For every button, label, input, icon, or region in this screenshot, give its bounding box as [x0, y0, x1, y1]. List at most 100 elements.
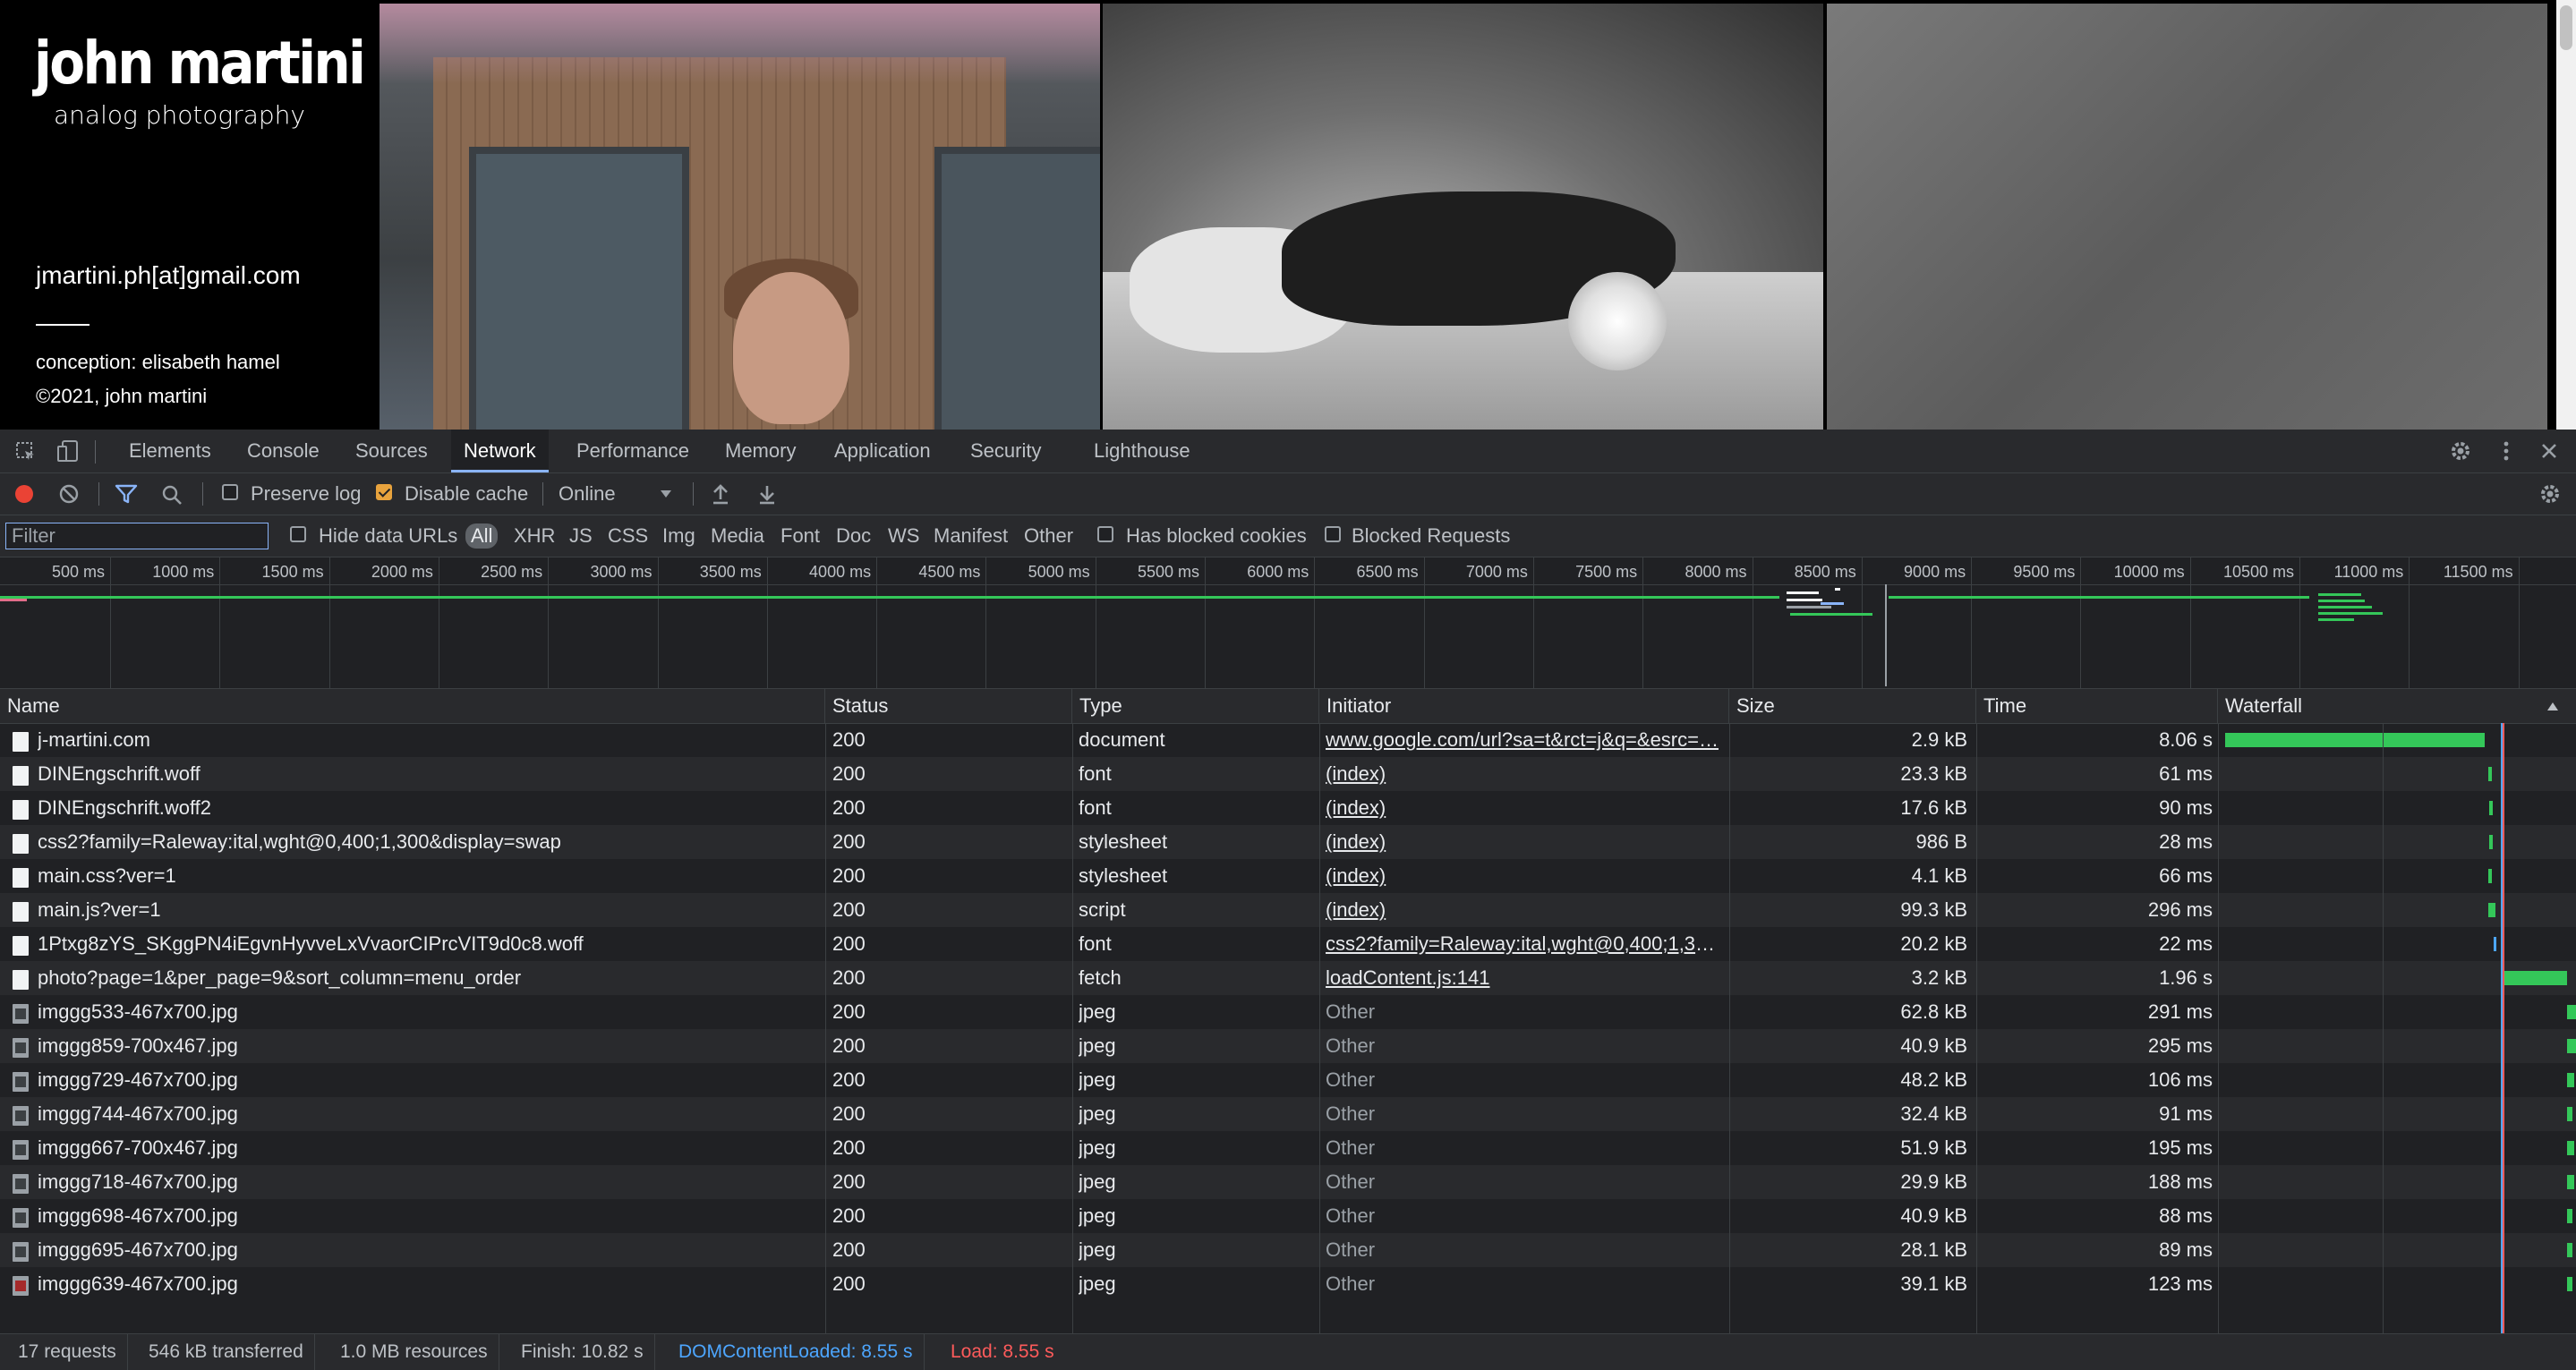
request-initiator[interactable]: (index) [1326, 791, 1719, 825]
gallery-photo-1[interactable] [380, 4, 1100, 430]
more-options-icon[interactable] [2497, 439, 2515, 463]
record-icon[interactable] [14, 484, 34, 504]
tab-lighthouse[interactable]: Lighthouse [1081, 430, 1203, 472]
chevron-down-icon[interactable] [659, 489, 673, 499]
column-header-initiator[interactable]: Initiator [1319, 689, 1729, 723]
table-row[interactable]: main.css?ver=1 200 stylesheet (index) 4.1 kB… [0, 859, 2576, 893]
table-row[interactable]: imggg533-467x700.jpg 200 jpeg Other 62.8 kB 2… [0, 995, 2576, 1029]
page-scrollbar-thumb[interactable] [2560, 5, 2572, 50]
table-row[interactable]: css2?family=Raleway:ital,wght@0,400;1,30… [0, 825, 2576, 859]
filter-type-js[interactable]: JS [569, 515, 593, 557]
table-row[interactable]: 1Ptxg8zYS_SKggPN4iEgvnHyvveLxVvaorCIPrcV… [0, 927, 2576, 961]
table-row[interactable]: j-martini.com 200 document www.google.com/u… [0, 723, 2576, 757]
table-row[interactable]: imggg859-700x467.jpg 200 jpeg Other 40.9 kB 2… [0, 1029, 2576, 1063]
table-row[interactable]: imggg695-467x700.jpg 200 jpeg Other 28.1 kB 8… [0, 1233, 2576, 1267]
tab-security[interactable]: Security [958, 430, 1053, 472]
page-scrollbar[interactable] [2556, 0, 2576, 430]
network-overview-timeline[interactable]: 500 ms 1000 ms 1500 ms 2000 ms 2500 ms 3000 m… [0, 557, 2576, 689]
request-name[interactable]: imggg533-467x700.jpg [38, 995, 816, 1029]
inspect-element-icon[interactable] [14, 440, 38, 464]
network-settings-icon[interactable] [2538, 482, 2562, 506]
column-header-name[interactable]: Name [0, 689, 825, 723]
hide-data-urls-label[interactable]: Hide data URLs [319, 515, 457, 557]
request-name[interactable]: css2?family=Raleway:ital,wght@0,400;1,30… [38, 825, 816, 859]
table-row[interactable]: imggg667-700x467.jpg 200 jpeg Other 51.9 kB 1… [0, 1131, 2576, 1165]
request-name[interactable]: imggg667-700x467.jpg [38, 1131, 816, 1165]
request-initiator[interactable]: loadContent.js:141 [1326, 961, 1719, 995]
tab-memory[interactable]: Memory [712, 430, 808, 472]
column-header-size[interactable]: Size [1729, 689, 1976, 723]
table-row[interactable]: imggg698-467x700.jpg 200 jpeg Other 40.9 kB 8… [0, 1199, 2576, 1233]
has-blocked-cookies-checkbox[interactable] [1097, 526, 1113, 542]
request-name[interactable]: DINEngschrift.woff2 [38, 791, 816, 825]
table-row[interactable]: imggg729-467x700.jpg 200 jpeg Other 48.2 kB 1… [0, 1063, 2576, 1097]
request-name[interactable]: 1Ptxg8zYS_SKggPN4iEgvnHyvveLxVvaorCIPrcV… [38, 927, 816, 961]
request-name[interactable]: imggg729-467x700.jpg [38, 1063, 816, 1097]
tab-console[interactable]: Console [235, 430, 332, 472]
filter-type-css[interactable]: CSS [608, 515, 648, 557]
search-icon[interactable] [161, 484, 183, 506]
table-row[interactable]: DINEngschrift.woff 200 font (index) 23.3 kB 6… [0, 757, 2576, 791]
tab-elements[interactable]: Elements [116, 430, 224, 472]
site-brand-name[interactable]: john martini [34, 34, 366, 93]
devtools-settings-icon[interactable] [2449, 439, 2472, 463]
request-name[interactable]: main.css?ver=1 [38, 859, 816, 893]
tab-network[interactable]: Network [451, 430, 549, 472]
tab-sources[interactable]: Sources [343, 430, 440, 472]
request-name[interactable]: DINEngschrift.woff [38, 757, 816, 791]
column-header-type[interactable]: Type [1072, 689, 1319, 723]
disable-cache-label[interactable]: Disable cache [405, 473, 528, 515]
request-name[interactable]: imggg744-467x700.jpg [38, 1097, 816, 1131]
filter-type-font[interactable]: Font [780, 515, 820, 557]
column-header-waterfall[interactable]: Waterfall [2218, 689, 2576, 723]
request-name[interactable]: photo?page=1&per_page=9&sort_column=menu… [38, 961, 816, 995]
table-row[interactable]: imggg744-467x700.jpg 200 jpeg Other 32.4 kB 9… [0, 1097, 2576, 1131]
request-initiator[interactable]: (index) [1326, 859, 1719, 893]
request-initiator[interactable]: (index) [1326, 893, 1719, 927]
sort-ascending-icon[interactable] [2546, 701, 2560, 711]
tab-performance[interactable]: Performance [564, 430, 702, 472]
request-name[interactable]: main.js?ver=1 [38, 893, 816, 927]
request-initiator[interactable]: (index) [1326, 825, 1719, 859]
export-har-icon[interactable] [757, 483, 777, 505]
request-name[interactable]: j-martini.com [38, 723, 816, 757]
request-initiator[interactable]: css2?family=Raleway:ital,wght@0,400;1,30… [1326, 927, 1719, 961]
device-toolbar-icon[interactable] [55, 438, 81, 464]
hide-data-urls-checkbox[interactable] [290, 526, 306, 542]
disable-cache-checkbox[interactable] [376, 484, 392, 500]
request-name[interactable]: imggg698-467x700.jpg [38, 1199, 816, 1233]
import-har-icon[interactable] [711, 483, 730, 505]
filter-input[interactable] [5, 523, 269, 549]
filter-type-ws[interactable]: WS [888, 515, 919, 557]
throttling-select[interactable]: Online [559, 473, 616, 515]
request-initiator[interactable]: www.google.com/url?sa=t&rct=j&q=&esrc=… [1326, 723, 1719, 757]
preserve-log-label[interactable]: Preserve log [251, 473, 362, 515]
gallery-photo-3[interactable] [1827, 4, 2547, 430]
request-initiator[interactable]: (index) [1326, 757, 1719, 791]
table-row[interactable]: main.js?ver=1 200 script (index) 99.3 kB 296 … [0, 893, 2576, 927]
filter-type-all[interactable]: All [465, 523, 499, 549]
request-name[interactable]: imggg859-700x467.jpg [38, 1029, 816, 1063]
filter-type-other[interactable]: Other [1024, 515, 1073, 557]
table-row[interactable]: imggg718-467x700.jpg 200 jpeg Other 29.9 kB 1… [0, 1165, 2576, 1199]
blocked-requests-label[interactable]: Blocked Requests [1352, 515, 1510, 557]
filter-type-img[interactable]: Img [662, 515, 695, 557]
filter-type-doc[interactable]: Doc [836, 515, 871, 557]
table-row[interactable]: DINEngschrift.woff2 200 font (index) 17.6 kB… [0, 791, 2576, 825]
request-name[interactable]: imggg639-467x700.jpg [38, 1267, 816, 1301]
request-name[interactable]: imggg695-467x700.jpg [38, 1233, 816, 1267]
filter-icon[interactable] [115, 484, 138, 504]
filter-type-xhr[interactable]: XHR [514, 515, 555, 557]
table-row[interactable]: photo?page=1&per_page=9&sort_column=menu… [0, 961, 2576, 995]
preserve-log-checkbox[interactable] [222, 484, 238, 500]
filter-type-media[interactable]: Media [711, 515, 764, 557]
tab-application[interactable]: Application [822, 430, 943, 472]
close-devtools-icon[interactable] [2538, 440, 2560, 462]
request-name[interactable]: imggg718-467x700.jpg [38, 1165, 816, 1199]
column-header-status[interactable]: Status [825, 689, 1072, 723]
has-blocked-cookies-label[interactable]: Has blocked cookies [1126, 515, 1307, 557]
table-row[interactable]: imggg639-467x700.jpg 200 jpeg Other 39.1 kB 1… [0, 1267, 2576, 1301]
filter-type-manifest[interactable]: Manifest [934, 515, 1008, 557]
gallery-photo-2[interactable] [1103, 4, 1823, 430]
blocked-requests-checkbox[interactable] [1325, 526, 1341, 542]
